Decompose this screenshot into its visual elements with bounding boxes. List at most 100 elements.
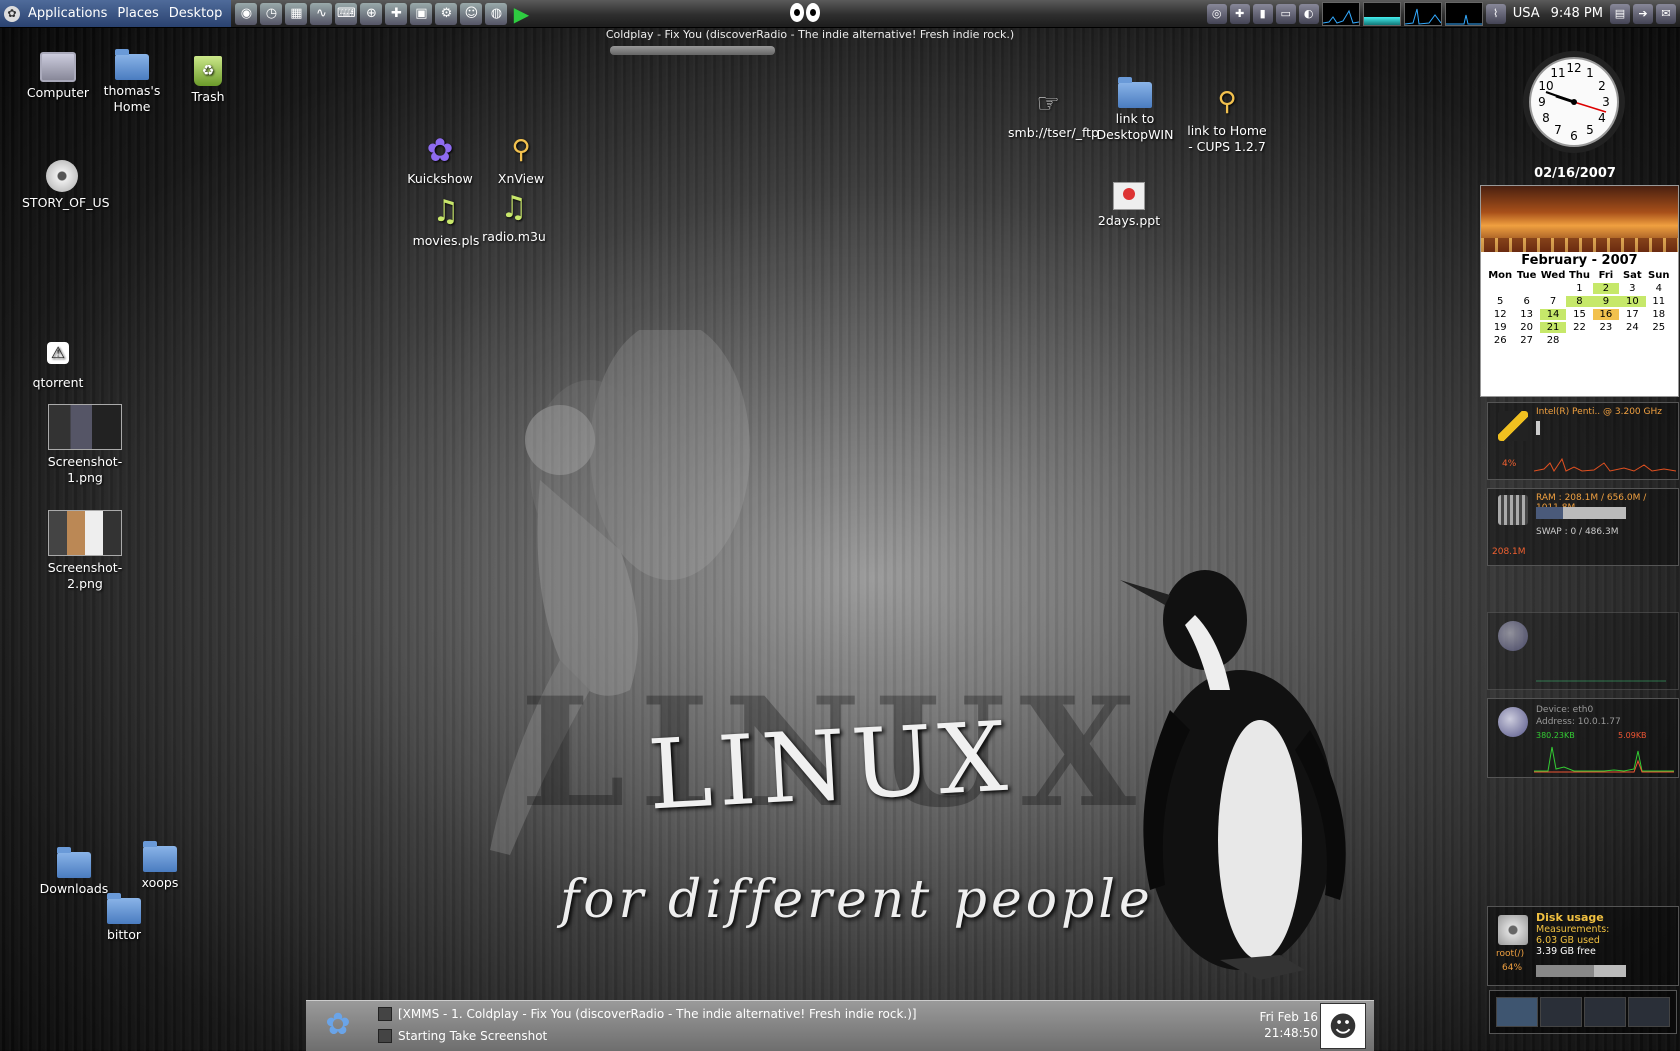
logout-icon[interactable]: ➔ — [1633, 3, 1653, 24]
calendar-day[interactable]: 19 — [1487, 322, 1513, 333]
calendar-weekday: Sat — [1622, 270, 1642, 281]
locale-indicator[interactable]: USA — [1509, 6, 1544, 21]
desktop-icon-trash[interactable]: ♻ Trash — [168, 56, 248, 105]
calendar-day[interactable]: 12 — [1487, 309, 1513, 320]
xmms-progress-bar[interactable] — [610, 46, 775, 55]
calendar-day[interactable]: 16 — [1592, 309, 1620, 320]
avatar[interactable]: ☻ — [1320, 1003, 1366, 1049]
calendar-day[interactable]: 4 — [1646, 283, 1672, 294]
desktop-icon-label: link to DesktopWIN — [1096, 111, 1174, 142]
memory-graph-applet[interactable] — [1362, 1, 1401, 26]
menu-applications[interactable]: Applications — [23, 6, 112, 21]
desktop-icon-downloads[interactable]: Downloads — [34, 847, 114, 897]
computer-icon — [40, 52, 76, 82]
calendar-day[interactable]: 10 — [1619, 296, 1646, 307]
disk-used: 6.03 GB used — [1536, 935, 1600, 946]
cd-tray-icon[interactable]: ◎ — [1206, 3, 1227, 24]
calendar-day[interactable]: 21 — [1539, 322, 1567, 333]
calendar-day[interactable]: 14 — [1539, 309, 1567, 320]
calendar-day[interactable]: 3 — [1619, 283, 1645, 294]
calendar-day[interactable]: 11 — [1646, 296, 1672, 307]
calendar-day[interactable]: 13 — [1513, 309, 1539, 320]
desktop-icon-smb[interactable]: ☞ smb://tser/_ftp — [1008, 86, 1099, 141]
clock-launcher-icon[interactable]: ◷ — [260, 2, 283, 25]
calendar-day[interactable]: 6 — [1513, 296, 1539, 307]
keyboard-icon[interactable]: ⌨ — [335, 2, 358, 25]
desktop-icon-kuickshow[interactable]: ✿ Kuickshow — [400, 132, 480, 187]
display-icon[interactable]: ▭ — [1275, 3, 1296, 24]
desktop-icon-link-desktopwin[interactable]: link to DesktopWIN — [1095, 77, 1175, 143]
calendar-day[interactable]: 18 — [1646, 309, 1672, 320]
desktop-icon-link-cups[interactable]: ⚲ link to Home - CUPS 1.2.7 — [1187, 84, 1267, 155]
desktop-icon-screenshot-2[interactable]: Screenshot-2.png — [45, 510, 125, 592]
calendar-day[interactable]: 5 — [1487, 296, 1513, 307]
network-icon[interactable]: ⊕ — [360, 2, 383, 25]
calendar-weekday: Mon — [1488, 270, 1513, 281]
terminal-icon[interactable]: ▣ — [410, 2, 433, 25]
calendar-launcher-icon[interactable]: ▦ — [285, 2, 308, 25]
load-graph-applet[interactable] — [1444, 1, 1483, 26]
globe-icon[interactable]: ◍ — [485, 2, 508, 25]
taskbar-item-xmms[interactable]: [XMMS - 1. Coldplay - Fix You (discoverR… — [378, 1007, 917, 1021]
workspace-2[interactable] — [1540, 997, 1582, 1027]
bottom-panel-clock[interactable]: Fri Feb 16 21:48:50 — [1260, 1009, 1318, 1041]
volume-icon[interactable]: ◐ — [1298, 3, 1319, 24]
keyboard-layout-icon[interactable]: ⌇ — [1485, 3, 1506, 24]
desktop-icon-xoops[interactable]: xoops — [120, 841, 200, 891]
desktop-icon-screenshot-1[interactable]: Screenshot-1.png — [45, 404, 125, 486]
calendar-day[interactable]: 28 — [1540, 335, 1566, 346]
calendar-day[interactable]: 22 — [1566, 322, 1592, 333]
mail-icon[interactable]: ✉ — [1656, 3, 1676, 24]
panel-clock[interactable]: 9:48 PM — [1547, 6, 1607, 21]
gnome-foot-launcher-icon[interactable]: ✿ — [320, 1007, 356, 1045]
calendar-day[interactable]: 26 — [1487, 335, 1513, 346]
calendar-day[interactable]: 25 — [1646, 322, 1672, 333]
calendar-day[interactable]: 15 — [1566, 309, 1592, 320]
calendar-day[interactable]: 8 — [1566, 296, 1593, 307]
desktop-icon-qtorrent[interactable]: ⚠ qtorrent — [18, 336, 98, 391]
desktop-icon-label: Computer — [26, 85, 90, 100]
calendar-day[interactable]: 9 — [1592, 296, 1620, 307]
svg-text:5: 5 — [1586, 123, 1594, 137]
calendar-weekday: Thu — [1568, 270, 1591, 281]
workspace-1[interactable] — [1496, 997, 1538, 1027]
svg-text:8: 8 — [1542, 111, 1550, 125]
calendar-day[interactable]: 20 — [1513, 322, 1539, 333]
cpu-graph-applet[interactable] — [1321, 1, 1360, 26]
desktop-icon-xnview[interactable]: ⚲ XnView — [481, 132, 561, 187]
desktop-icon-label: Screenshot-1.png — [47, 454, 123, 485]
desktop-icon-story-of-us[interactable]: STORY_OF_US — [22, 160, 110, 211]
menu-desktop[interactable]: Desktop — [164, 6, 228, 21]
calendar-day[interactable]: 2 — [1592, 283, 1620, 294]
calendar-day[interactable]: 17 — [1619, 309, 1645, 320]
window-icon — [378, 1007, 392, 1021]
analog-clock-widget: 12 12 345 678 91011 — [1523, 51, 1625, 153]
calendar-day[interactable]: 7 — [1540, 296, 1566, 307]
desktop-icon-home[interactable]: thomas's Home — [92, 49, 172, 115]
notification-icon[interactable]: ▤ — [1610, 3, 1630, 24]
user-icon[interactable]: ☺ — [460, 2, 483, 25]
puzzle-tray-icon[interactable]: ✚ — [1229, 3, 1250, 24]
play-icon[interactable]: ▶ — [510, 2, 532, 26]
menu-places[interactable]: Places — [112, 6, 163, 21]
battery-icon[interactable]: ▮ — [1252, 3, 1273, 24]
calendar-day[interactable]: 23 — [1593, 322, 1619, 333]
camera-icon[interactable]: ◉ — [235, 2, 258, 25]
workspace-4[interactable] — [1628, 997, 1670, 1027]
calendar-day[interactable]: 1 — [1566, 283, 1592, 294]
puzzle-icon[interactable]: ✚ — [385, 2, 408, 25]
calendar-day[interactable]: 24 — [1619, 322, 1645, 333]
desktop-icon-2days-ppt[interactable]: 2days.ppt — [1089, 182, 1169, 229]
desktop-icon-radio[interactable]: ♫ radio.m3u — [474, 190, 554, 245]
gear-icon[interactable]: ⚙ — [435, 2, 458, 25]
calendar-day[interactable]: 27 — [1513, 335, 1539, 346]
bottom-panel-date: Fri Feb 16 — [1259, 1010, 1318, 1024]
workspace-3[interactable] — [1584, 997, 1626, 1027]
network-graph-applet[interactable] — [1403, 1, 1442, 26]
calendar-day — [1646, 335, 1672, 346]
taskbar-item-screenshot[interactable]: Starting Take Screenshot — [378, 1029, 547, 1043]
desktop-icon-bittor[interactable]: bittor — [84, 893, 164, 943]
music-note-icon: ♫ — [500, 190, 528, 225]
desktop-icon-computer[interactable]: Computer — [18, 52, 98, 101]
system-monitor-icon[interactable]: ∿ — [310, 2, 333, 25]
